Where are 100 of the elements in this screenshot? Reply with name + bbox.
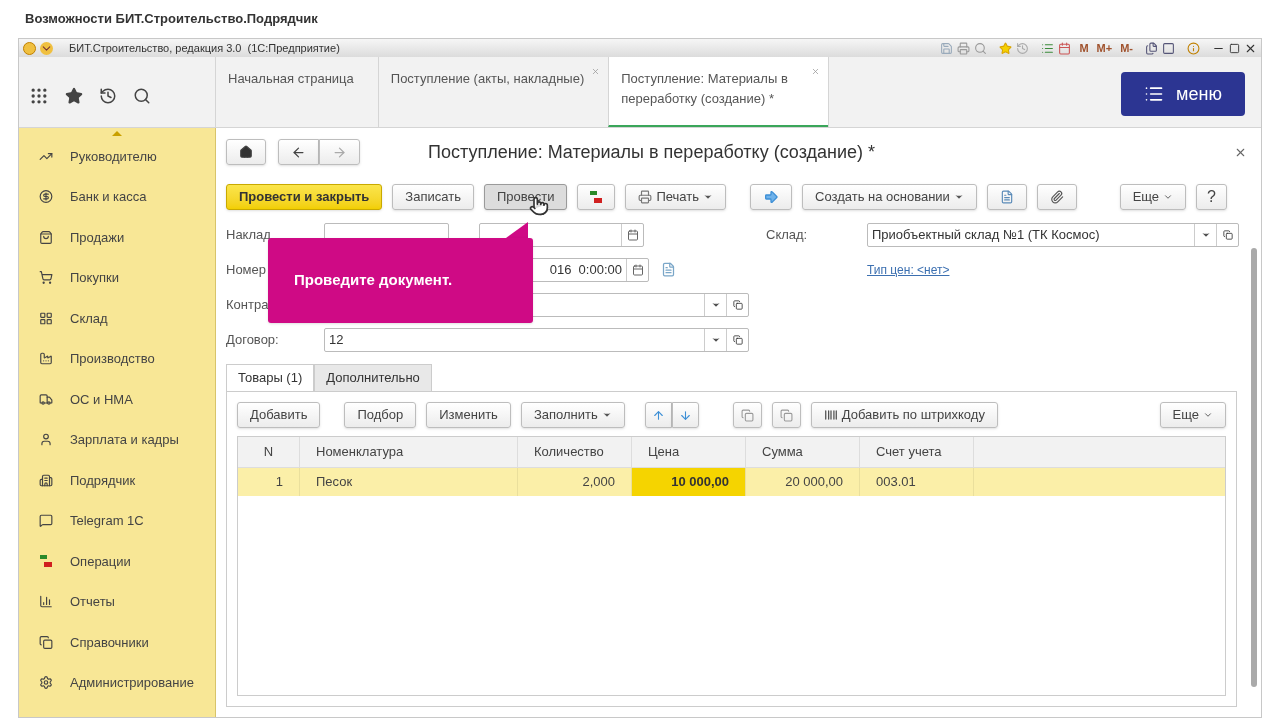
page-title: Возможности БИТ.Строительство.Подрядчик [25,10,318,29]
column-header[interactable]: Счет учета [860,437,974,467]
list-icon [1144,84,1165,104]
table-row[interactable]: 1 Песок 2,000 10 000,00 20 000,00 003.01 [238,468,1225,496]
field-label: Наклад [226,225,272,244]
toolbar-button[interactable]: Заполнить [520,402,625,428]
field-label: Контра [226,295,270,314]
copy-icon [39,634,53,650]
home-button[interactable] [226,139,266,165]
sidebar-item[interactable]: Производство [70,349,155,369]
form-tab[interactable]: Товары (1) [226,364,315,392]
sidebar-item[interactable]: Операции [70,551,131,571]
command-button[interactable]: Печать [625,184,726,210]
sidebar-item[interactable]: Подрядчик [70,470,136,490]
apps-grid-icon[interactable] [29,86,49,106]
column-header[interactable]: Количество [518,437,632,467]
app-logo-icon[interactable] [23,41,36,55]
grid-icon [39,310,53,326]
cart-icon [39,270,53,286]
icon-button[interactable] [1036,184,1077,210]
help-button[interactable]: ? [1196,184,1227,210]
star-icon[interactable] [999,41,1013,55]
sidebar-item[interactable]: Telegram 1С [70,511,144,531]
command-button[interactable]: Создать на основании [802,184,977,210]
memory-key[interactable]: M- [1120,39,1133,57]
column-header[interactable]: Сумма [746,437,860,467]
calendar-icon[interactable] [1058,41,1072,55]
memory-key[interactable]: M [1079,39,1089,57]
icon-button[interactable] [750,184,792,210]
home-icon [239,145,253,159]
command-button[interactable]: Провести и закрыть [226,184,383,210]
chat-icon [39,513,53,529]
column-header[interactable]: Цена [632,437,746,467]
star-icon[interactable] [65,87,83,105]
command-button[interactable]: Записать [392,184,474,210]
icon-button[interactable] [986,184,1027,210]
table-cell: 20 000,00 [746,468,860,496]
icon-button[interactable] [577,184,616,210]
search-icon[interactable] [133,87,151,105]
toolbar-button[interactable]: Добавить [237,402,321,428]
table-cell: 1 [238,468,300,496]
sidebar-item[interactable]: Банк и касса [70,187,147,207]
paperclip-icon [1049,190,1064,204]
caret-icon [1163,192,1174,202]
toolbar-button[interactable]: Изменить [426,402,511,428]
back-button[interactable] [278,139,319,165]
caret-icon [703,192,713,202]
toolbar-button[interactable]: Подбор [344,402,417,428]
sidebar-item[interactable]: Продажи [70,227,125,247]
move-down-button[interactable] [671,402,699,428]
select-field[interactable]: 12 [324,327,749,352]
calendar-icon[interactable] [631,263,644,276]
sidebar-item[interactable]: Склад [70,308,108,328]
arrow-down-icon [678,408,692,422]
callout-text: Проведите документ. [294,270,453,291]
copy-icon [740,408,754,422]
forward-arrow-icon [332,144,347,160]
table-cell: 003.01 [860,468,974,496]
more-button[interactable]: Еще [1119,184,1187,210]
sidebar-item[interactable]: Отчеты [70,592,115,612]
form-tab[interactable]: Дополнительно [314,364,432,392]
select-field[interactable]: Приобъектный склад №1 (ТК Космос) [867,222,1239,247]
document-icon[interactable] [661,262,676,277]
more-button[interactable]: Еще [1159,402,1226,428]
sidebar-item[interactable]: Руководителю [70,146,157,166]
sidebar-item[interactable]: ОС и НМА [70,389,133,409]
calendar-icon[interactable] [626,228,639,241]
printer-icon[interactable] [957,41,971,55]
field-label: Склад: [766,225,809,244]
sidebar-item[interactable]: Зарплата и кадры [70,430,179,450]
sidebar-item[interactable]: Покупки [70,268,119,288]
field-label: Договор: [226,330,280,349]
bar-chart-icon [39,594,53,610]
copy-icon [779,408,793,422]
settings-icon [39,675,53,691]
column-header[interactable]: Номенклатура [300,437,518,467]
factory-icon [39,351,53,367]
list-icon[interactable] [1041,41,1055,55]
info-icon[interactable] [1187,41,1200,55]
price-type-link[interactable]: Тип цен: <нет> [867,260,950,279]
table-cell: Песок [300,468,518,496]
arrow-up-icon [651,408,665,422]
window-title: БИТ.Строительство, редакция 3.0 (1С:Предприятие) [69,40,340,56]
dropdown-icon[interactable] [40,41,53,55]
scrollbar[interactable] [1251,248,1257,687]
app-tab[interactable]: Поступление: Материалы в переработку (создание) * [608,57,829,127]
document-title: Поступление: Материалы в переработку (создание) * [428,140,876,164]
sidebar-item[interactable]: Администрирование [70,673,194,693]
field-label: Номер [226,260,267,279]
history-icon[interactable] [99,87,117,105]
maximize-icon[interactable] [1229,42,1240,54]
move-up-button[interactable] [644,402,672,428]
caret-icon [601,410,612,420]
sidebar-item[interactable]: Справочники [70,632,149,652]
app-tab[interactable]: Начальная страница [215,57,378,127]
toolbar-button[interactable]: Добавить по штрихкоду [810,402,998,428]
memory-key[interactable]: M+ [1096,39,1113,57]
truck-icon [39,391,53,407]
menu-button[interactable]: меню [1121,72,1245,116]
column-header[interactable]: N [238,437,300,467]
